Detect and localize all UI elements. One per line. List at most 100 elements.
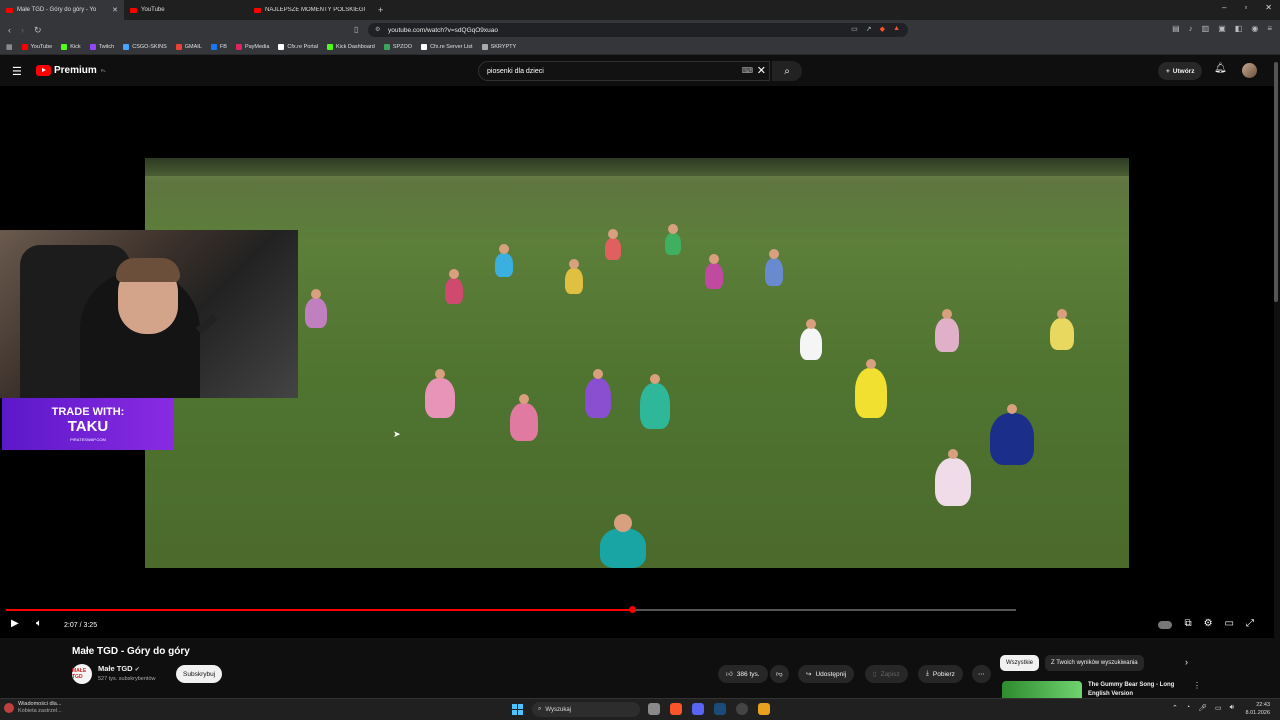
- play-icon[interactable]: ▶: [11, 618, 19, 629]
- theater-mode-icon[interactable]: ▭: [1225, 618, 1234, 629]
- bookmark-label: Cfx.re Portal: [287, 44, 318, 50]
- chevron-up-icon[interactable]: ⌃: [1172, 704, 1178, 712]
- new-tab-button[interactable]: +: [378, 5, 383, 15]
- maximize-icon[interactable]: ▫: [1244, 3, 1247, 12]
- youtube-premium-logo[interactable]: Premium PL: [36, 65, 106, 76]
- more-vert-icon[interactable]: ⋮: [1193, 681, 1201, 690]
- menu-icon[interactable]: ≡: [1267, 24, 1272, 33]
- news-icon: [4, 703, 14, 713]
- download-label: Pobierz: [932, 670, 955, 678]
- logo-text: Premium: [54, 65, 97, 76]
- bookmark-kick-dashboard[interactable]: Kick Dashboard: [326, 44, 375, 50]
- close-window-icon[interactable]: ✕: [1265, 3, 1272, 12]
- site-info-icon[interactable]: ⚙: [375, 26, 380, 33]
- subscribe-button[interactable]: Subskrybuj: [176, 665, 223, 683]
- browser-tab-youtube[interactable]: YouTube: [124, 0, 248, 20]
- save-button[interactable]: ▯ Zapisz: [865, 665, 908, 683]
- hamburger-menu-icon[interactable]: ☰: [12, 65, 22, 78]
- rewards-icon[interactable]: ▲: [893, 25, 900, 33]
- share-icon[interactable]: ↗: [866, 25, 872, 33]
- kick-icon: [326, 44, 333, 50]
- discord-icon[interactable]: [692, 703, 704, 715]
- search-button[interactable]: ⌕: [772, 61, 802, 81]
- wallet-icon[interactable]: ▣: [1218, 24, 1226, 33]
- fullscreen-icon[interactable]: ⤢: [1246, 618, 1254, 629]
- shield-icon[interactable]: ◆: [880, 25, 885, 33]
- bookmark-spzoo[interactable]: SPZOO: [383, 44, 412, 50]
- bookmark-fb[interactable]: FB: [210, 44, 227, 50]
- progress-bar[interactable]: [6, 606, 1016, 613]
- bookmark-twitch[interactable]: Twitch: [89, 44, 114, 50]
- windows-start-icon[interactable]: [512, 704, 523, 715]
- time-display: 2:07 / 3:25: [64, 622, 98, 629]
- channel-avatar[interactable]: MAŁE TGD: [72, 664, 92, 684]
- video-child: [935, 449, 971, 506]
- search-icon: ⌕: [538, 706, 542, 712]
- like-button[interactable]: 👍︎ 386 tys.: [718, 665, 768, 683]
- taskbar-search[interactable]: ⌕ Wyszukaj: [532, 702, 640, 717]
- bookmark-skrypty[interactable]: SKRYPTY: [481, 44, 516, 50]
- bookmark-label: GMAIL: [184, 44, 202, 50]
- bookmark-csgo-skins[interactable]: CSGO-SKINS: [123, 44, 167, 50]
- sidebar-icon[interactable]: ▤: [1172, 24, 1180, 33]
- apps-grid-icon[interactable]: ▦: [6, 43, 13, 51]
- autoplay-toggle[interactable]: [1158, 621, 1173, 629]
- extensions-icon[interactable]: ◧: [1235, 24, 1243, 33]
- brave-browser-icon[interactable]: [670, 703, 682, 715]
- bookmark-cfx-server-list[interactable]: Cfx.re Server List: [421, 44, 473, 50]
- keyboard-icon[interactable]: ⌨: [741, 66, 753, 75]
- bookmark-kick[interactable]: Kick: [61, 44, 81, 50]
- video-player[interactable]: TRADE WITH: TAKU PIRATESWAP.COM ➤: [0, 86, 1274, 638]
- forward-icon[interactable]: ›: [21, 25, 24, 36]
- bookmarks-bar: ▦ YouTube Kick Twitch CSGO-SKINS GMAIL F…: [0, 40, 1280, 55]
- speaker-icon[interactable]: 🔊︎: [1230, 704, 1234, 712]
- mic-icon[interactable]: 🎤︎: [1198, 704, 1207, 712]
- video-child: [445, 269, 463, 304]
- chip-from-search[interactable]: Z Twoich wyników wyszukiwania: [1045, 655, 1144, 671]
- volume-icon[interactable]: 🔈︎: [36, 618, 42, 629]
- page-scrollbar[interactable]: [1274, 62, 1278, 302]
- bookmark-cfx-portal[interactable]: Cfx.re Portal: [278, 44, 318, 50]
- clock[interactable]: 22:43 8.01.2026: [1246, 701, 1270, 717]
- notifications-bell-icon[interactable]: 🔔︎: [1214, 63, 1227, 74]
- subtitles-icon[interactable]: ⧉: [1184, 618, 1191, 629]
- bookmark-paymedia[interactable]: PayMedia: [235, 44, 269, 50]
- recommendation-title[interactable]: The Gummy Bear Song - Long English Versi…: [1088, 681, 1188, 699]
- bookmark-icon[interactable]: ▯: [354, 25, 358, 34]
- app-icon[interactable]: [758, 703, 770, 715]
- youtube-icon: [21, 44, 28, 50]
- network-icon[interactable]: ▭: [1215, 704, 1222, 712]
- video-child: [305, 289, 327, 328]
- minimize-icon[interactable]: –: [1222, 3, 1226, 12]
- back-icon[interactable]: ‹: [8, 25, 11, 36]
- download-button[interactable]: ⤓ Pobierz: [918, 665, 963, 683]
- news-widget[interactable]: Wiadomości dla... Kobieta zastrzel...: [4, 701, 62, 715]
- bookmark-youtube[interactable]: YouTube: [21, 44, 52, 50]
- browser-tab-najlepsze[interactable]: NAJLEPSZE MOMENTY POLSKIEGO: [248, 0, 374, 20]
- account-avatar[interactable]: [1242, 63, 1257, 78]
- video-child: [855, 359, 887, 418]
- steam-icon[interactable]: [714, 703, 726, 715]
- reload-icon[interactable]: ↻: [34, 25, 42, 36]
- vpn-icon[interactable]: ◉: [1251, 24, 1258, 33]
- chrome-icon[interactable]: [736, 703, 748, 715]
- file-explorer-icon[interactable]: [648, 703, 660, 715]
- share-button[interactable]: ↪ Udostępnij: [798, 665, 855, 683]
- bookmark-gmail[interactable]: GMAIL: [175, 44, 202, 50]
- chip-all[interactable]: Wszystkie: [1000, 655, 1039, 671]
- url-field[interactable]: ⚙ youtube.com/watch?v=sdQGqO9xuao ▭ ↗ ◆ …: [368, 23, 908, 37]
- clear-search-icon[interactable]: ✕: [757, 64, 766, 77]
- music-icon[interactable]: ♪: [1189, 24, 1193, 33]
- chevron-right-icon[interactable]: ›: [1185, 657, 1188, 667]
- more-actions-button[interactable]: ⋯: [972, 665, 991, 683]
- search-input[interactable]: piosenki dla dzieci ⌨ ✕: [478, 61, 770, 81]
- cast-icon[interactable]: ▭: [851, 25, 858, 33]
- settings-gear-icon[interactable]: ⚙: [1204, 618, 1213, 629]
- browser-tab-active[interactable]: Małe TGD - Góry do góry - Yo ✕: [0, 0, 124, 20]
- channel-name[interactable]: Małe TGD ✔: [98, 664, 140, 673]
- dislike-button[interactable]: 👎︎: [770, 665, 789, 683]
- create-button[interactable]: + Utwórz: [1158, 62, 1203, 80]
- panel-icon[interactable]: ▥: [1202, 24, 1210, 33]
- tray-app-icon[interactable]: ◔: [1186, 704, 1190, 712]
- close-tab-icon[interactable]: ✕: [112, 6, 118, 14]
